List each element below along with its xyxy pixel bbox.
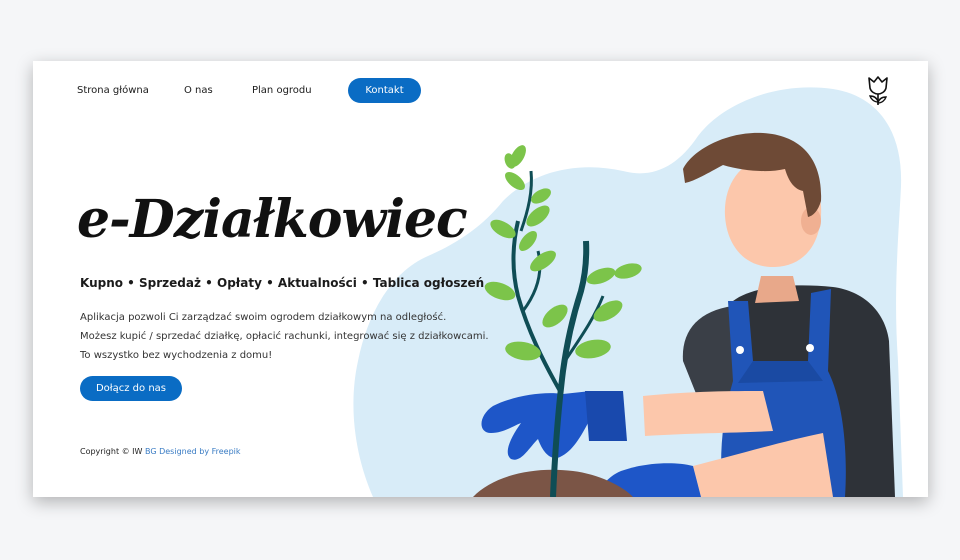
description-line: Aplikacja pozwoli Ci zarządzać swoim ogr… [80,312,447,323]
landing-card: Strona główna O nas Plan ogrodu Kontakt [33,61,928,497]
join-button[interactable]: Dołącz do nas [80,376,182,401]
description-line: To wszystko bez wychodzenia z domu! [80,350,273,361]
freepik-credit-link[interactable]: BG Designed by Freepik [145,447,241,456]
description: Aplikacja pozwoli Ci zarządzać swoim ogr… [80,308,489,365]
description-line: Możesz kupić / sprzedać działkę, opłacić… [80,331,489,342]
feature-list: Kupno • Sprzedaż • Opłaty • Aktualności … [80,276,485,290]
page-title: e-Działkowiec [77,189,468,250]
footer-copyright: Copyright © IW BG Designed by Freepik [80,447,241,456]
copyright-text: Copyright © IW [80,447,143,456]
